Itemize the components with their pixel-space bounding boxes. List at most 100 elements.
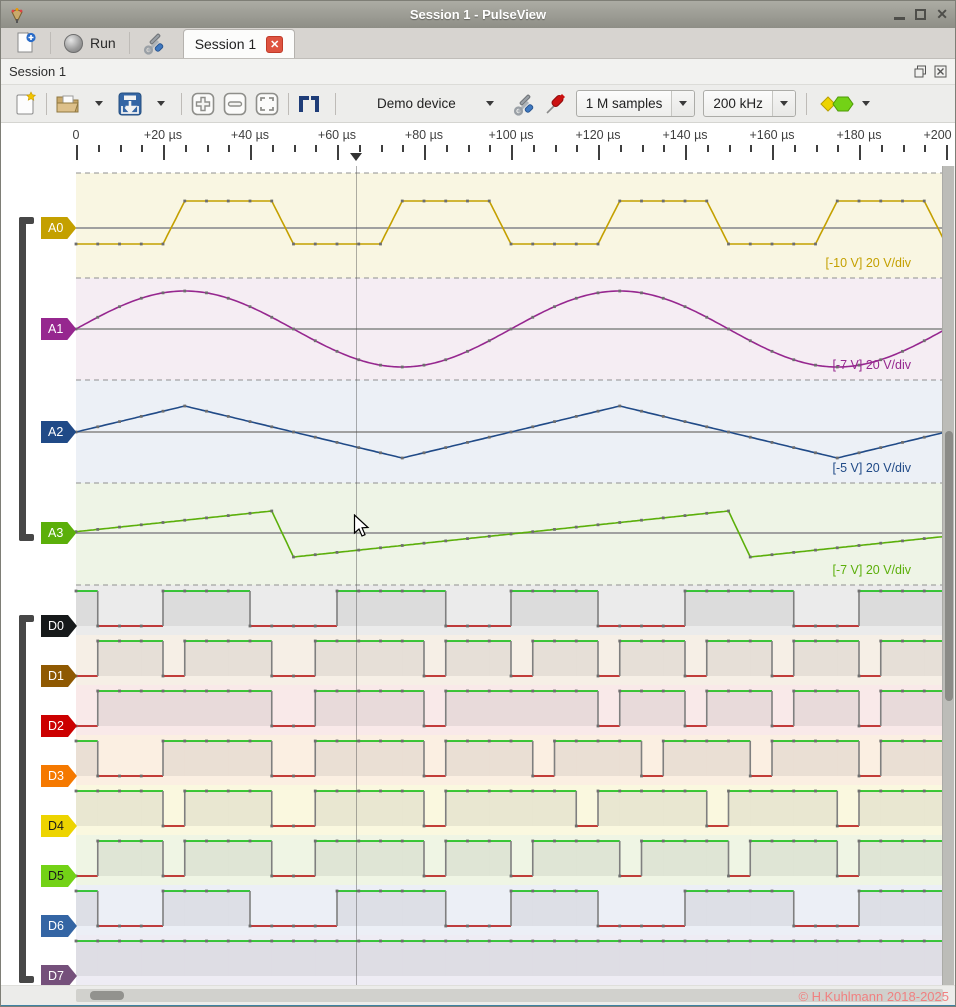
ruler-tick [794, 145, 796, 152]
ruler-tick [685, 145, 687, 160]
ruler-tick [381, 145, 383, 152]
tools-icon [143, 31, 167, 55]
trace-view[interactable]: A0[-10 V] 20 V/divA1[-7 V] 20 V/divA2[-5… [1, 166, 955, 985]
toolbar: Demo device 1 M samples 200 kHz [1, 85, 955, 123]
open-button[interactable] [52, 89, 84, 119]
ruler-label: +120 µs [575, 128, 620, 142]
ruler-tick [98, 145, 100, 152]
separator [181, 93, 182, 115]
new-view-button[interactable] [11, 89, 41, 119]
run-button[interactable]: Run [56, 30, 124, 56]
new-file-icon [14, 91, 38, 117]
separator [288, 93, 289, 115]
ruler-tick [120, 145, 122, 152]
close-button[interactable]: ✕ [936, 9, 948, 20]
scale-label-A2: [-5 V] 20 V/div [832, 461, 911, 475]
session-panel-title: Session 1 [9, 64, 66, 79]
save-dropdown-arrow[interactable] [146, 89, 176, 119]
run-icon [64, 34, 83, 53]
vertical-scrollbar[interactable] [942, 166, 954, 985]
scan-devices-button[interactable] [540, 89, 570, 119]
ruler-tick [489, 145, 491, 152]
trigger-edges-icon [297, 93, 327, 115]
time-ruler[interactable]: 0+20 µs+40 µs+60 µs+80 µs+100 µs+120 µs+… [1, 123, 955, 166]
tab-close-icon[interactable]: ✕ [266, 36, 283, 53]
ruler-tick [141, 145, 143, 152]
open-dropdown-arrow[interactable] [84, 89, 114, 119]
add-decoder-button[interactable] [817, 89, 859, 119]
zoom-in-button[interactable] [187, 89, 219, 119]
hover-marker [350, 153, 362, 161]
ruler-tick [511, 145, 513, 160]
open-folder-icon [55, 93, 81, 115]
scale-label-A1: [-7 V] 20 V/div [832, 358, 911, 372]
maximize-button[interactable] [915, 9, 926, 20]
ruler-tick [163, 145, 165, 160]
ruler-tick [294, 145, 296, 152]
run-label: Run [90, 35, 116, 51]
sample-count-select[interactable]: 1 M samples [576, 90, 696, 117]
ruler-tick [924, 145, 926, 152]
ruler-label: +200 µs [923, 128, 955, 142]
vertical-scrollbar-thumb[interactable] [945, 431, 953, 701]
ruler-label: +180 µs [836, 128, 881, 142]
trigger-button[interactable] [294, 89, 330, 119]
zoom-fit-icon [254, 91, 280, 117]
close-panel-icon[interactable] [934, 65, 947, 78]
zoom-out-button[interactable] [219, 89, 251, 119]
ruler-label: +140 µs [662, 128, 707, 142]
ruler-label: +100 µs [488, 128, 533, 142]
device-select[interactable]: Demo device [369, 90, 502, 117]
separator [806, 93, 807, 115]
ruler-tick [533, 145, 535, 152]
ruler-tick [598, 145, 600, 160]
ruler-tick [576, 145, 578, 152]
sample-count-arrow[interactable] [671, 91, 694, 116]
tab-label: Session 1 [195, 36, 256, 52]
ruler-tick [402, 145, 404, 152]
tab-bar: Run Session 1 ✕ [1, 28, 955, 59]
separator [335, 93, 336, 115]
ruler-label: +160 µs [749, 128, 794, 142]
zoom-fit-button[interactable] [251, 89, 283, 119]
ruler-tick [816, 145, 818, 152]
save-icon [117, 91, 143, 117]
save-button[interactable] [114, 89, 146, 119]
sample-rate-select[interactable]: 200 kHz [703, 90, 796, 117]
zoom-in-icon [190, 91, 216, 117]
ruler-tick [859, 145, 861, 160]
analog-group-bracket[interactable] [19, 217, 26, 541]
new-session-button[interactable] [7, 30, 45, 56]
device-options-button[interactable] [510, 89, 540, 119]
ruler-tick [76, 145, 78, 160]
ruler-tick [185, 145, 187, 152]
scale-label-A0: [-10 V] 20 V/div [826, 256, 911, 270]
settings-button[interactable] [135, 30, 175, 56]
sample-rate-arrow[interactable] [772, 91, 795, 116]
window-title: Session 1 - PulseView [1, 7, 955, 22]
ruler-tick [315, 145, 317, 152]
ruler-tick [555, 145, 557, 152]
ruler-tick [337, 145, 339, 160]
ruler-tick [207, 145, 209, 152]
minimize-button[interactable] [894, 9, 905, 20]
ruler-tick [446, 145, 448, 152]
decoder-dropdown-arrow[interactable] [859, 89, 873, 119]
ruler-tick [642, 145, 644, 152]
digital-group-bracket[interactable] [19, 615, 26, 983]
float-window-icon[interactable] [914, 65, 927, 78]
ruler-tick [881, 145, 883, 152]
separator [46, 93, 47, 115]
ruler-tick [228, 145, 230, 152]
ruler-tick [468, 145, 470, 152]
tab-session-1[interactable]: Session 1 ✕ [183, 29, 295, 58]
titlebar: Session 1 - PulseView ✕ [1, 1, 955, 28]
ruler-label: 0 [73, 128, 80, 142]
ruler-tick [359, 145, 361, 152]
ruler-label: +40 µs [231, 128, 269, 142]
ruler-tick [272, 145, 274, 152]
hover-cursor-line [356, 166, 357, 985]
probe-icon [543, 92, 567, 116]
horizontal-scrollbar-thumb[interactable] [90, 991, 124, 1000]
window-edge [954, 166, 955, 985]
